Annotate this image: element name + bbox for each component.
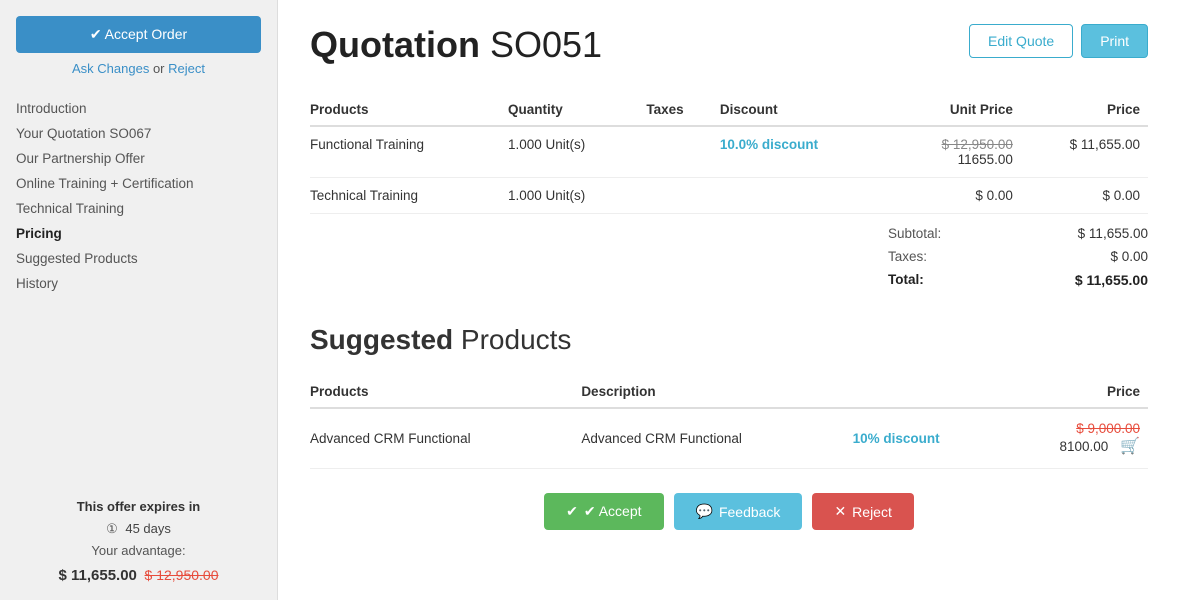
accept-button[interactable]: ✔ ✔ Accept [544, 493, 663, 530]
subtotal-value: $ 11,655.00 [1048, 226, 1148, 241]
totals-section: Subtotal: $ 11,655.00 Taxes: $ 0.00 Tota… [310, 222, 1148, 292]
product-taxes [646, 178, 719, 214]
suggested-table-row: Advanced CRM Functional Advanced CRM Fun… [310, 408, 1148, 469]
sug-product-discount: 10% discount [853, 408, 1006, 469]
product-quantity: 1.000 Unit(s) [508, 126, 646, 178]
accept-label: ✔ Accept [584, 503, 642, 520]
ask-changes-link[interactable]: Ask Changes [72, 61, 149, 76]
taxes-value: $ 0.00 [1048, 249, 1148, 264]
taxes-label: Taxes: [888, 249, 943, 264]
accept-order-button[interactable]: ✔ Accept Order [16, 16, 261, 53]
sug-product-description: Advanced CRM Functional [581, 408, 852, 469]
col-price: Price [1021, 94, 1148, 126]
product-discount: 10.0% discount [720, 126, 892, 178]
sug-product-price: $ 9,000.00 8100.00 🛒 [1006, 408, 1148, 469]
product-name: Technical Training [310, 178, 508, 214]
sug-col-description: Description [581, 376, 852, 408]
title-number: SO051 [490, 24, 602, 65]
subtotal-label: Subtotal: [888, 226, 957, 241]
quote-table: Products Quantity Taxes Discount Unit Pr… [310, 94, 1148, 214]
feedback-button[interactable]: 💬 Feedback [674, 493, 803, 530]
sidebar-item-introduction[interactable]: Introduction [16, 96, 277, 121]
offer-expiry-box: This offer expires in ① 45 days Your adv… [12, 496, 265, 588]
subtotal-row: Subtotal: $ 11,655.00 [888, 222, 1148, 245]
reject-label: Reject [852, 504, 892, 520]
price-current: $ 11,655.00 [58, 567, 136, 584]
sidebar-item-suggested-products[interactable]: Suggested Products [16, 246, 277, 271]
advantage-label: Your advantage: [12, 540, 265, 562]
print-button[interactable]: Print [1081, 24, 1148, 58]
sidebar-item-pricing[interactable]: Pricing [16, 221, 277, 246]
clock-icon: ① [106, 521, 118, 536]
sug-col-price: Price [1006, 376, 1148, 408]
edit-quote-button[interactable]: Edit Quote [969, 24, 1073, 58]
expires-label: This offer expires in [12, 496, 265, 518]
total-row: Total: $ 11,655.00 [888, 268, 1148, 292]
product-taxes [646, 126, 719, 178]
reject-x-icon: ✕ [834, 503, 846, 520]
sug-col-discount [853, 376, 1006, 408]
product-unit-price: $ 12,950.0011655.00 [892, 126, 1021, 178]
action-buttons: ✔ ✔ Accept 💬 Feedback ✕ Reject [310, 493, 1148, 530]
table-row: Technical Training 1.000 Unit(s) $ 0.00 … [310, 178, 1148, 214]
product-name: Functional Training [310, 126, 508, 178]
total-label: Total: [888, 272, 940, 288]
ask-reject-row: Ask Changes or Reject [0, 61, 277, 76]
title-bold: Quotation [310, 24, 480, 65]
sidebar-item-online-training[interactable]: Online Training + Certification [16, 171, 277, 196]
col-taxes: Taxes [646, 94, 719, 126]
accept-checkmark-icon: ✔ [566, 503, 578, 520]
suggested-table: Products Description Price Advanced CRM … [310, 376, 1148, 469]
sug-product-name: Advanced CRM Functional [310, 408, 581, 469]
price-comparison: $ 11,655.00 $ 12,950.00 [12, 563, 265, 589]
col-quantity: Quantity [508, 94, 646, 126]
sidebar-item-our-partnership[interactable]: Our Partnership Offer [16, 146, 277, 171]
page-header: Quotation SO051 Edit Quote Print [310, 24, 1148, 66]
or-label: or [153, 61, 165, 76]
suggested-title-light2: Products [461, 324, 572, 355]
col-products: Products [310, 94, 508, 126]
total-value: $ 11,655.00 [1048, 272, 1148, 288]
product-discount [720, 178, 892, 214]
sidebar-item-your-quotation[interactable]: Your Quotation SO067 [16, 121, 277, 146]
sug-col-products: Products [310, 376, 581, 408]
feedback-chat-icon: 💬 [696, 503, 713, 520]
product-unit-price: $ 0.00 [892, 178, 1021, 214]
sidebar-nav: Introduction Your Quotation SO067 Our Pa… [0, 96, 277, 476]
feedback-label: Feedback [719, 504, 780, 520]
product-price: $ 11,655.00 [1021, 126, 1148, 178]
expires-days: ① 45 days [12, 518, 265, 540]
sidebar-item-technical-training[interactable]: Technical Training [16, 196, 277, 221]
totals-table: Subtotal: $ 11,655.00 Taxes: $ 0.00 Tota… [888, 222, 1148, 292]
table-row: Functional Training 1.000 Unit(s) 10.0% … [310, 126, 1148, 178]
col-discount: Discount [720, 94, 892, 126]
col-unit-price: Unit Price [892, 94, 1021, 126]
main-content: Quotation SO051 Edit Quote Print Product… [278, 0, 1180, 600]
reject-button[interactable]: ✕ Reject [812, 493, 913, 530]
suggested-title-bold: Suggested [310, 324, 453, 355]
header-actions: Edit Quote Print [969, 24, 1148, 58]
sidebar-item-history[interactable]: History [16, 271, 277, 296]
reject-link[interactable]: Reject [168, 61, 205, 76]
product-price: $ 0.00 [1021, 178, 1148, 214]
taxes-row: Taxes: $ 0.00 [888, 245, 1148, 268]
price-old: $ 12,950.00 [145, 567, 219, 583]
expires-days-value: 45 days [125, 521, 171, 536]
suggested-section-title: Suggested Products [310, 324, 1148, 356]
product-quantity: 1.000 Unit(s) [508, 178, 646, 214]
add-to-cart-icon[interactable]: 🛒 [1120, 438, 1140, 455]
page-title: Quotation SO051 [310, 24, 602, 66]
sidebar: ✔ Accept Order Ask Changes or Reject Int… [0, 0, 278, 600]
